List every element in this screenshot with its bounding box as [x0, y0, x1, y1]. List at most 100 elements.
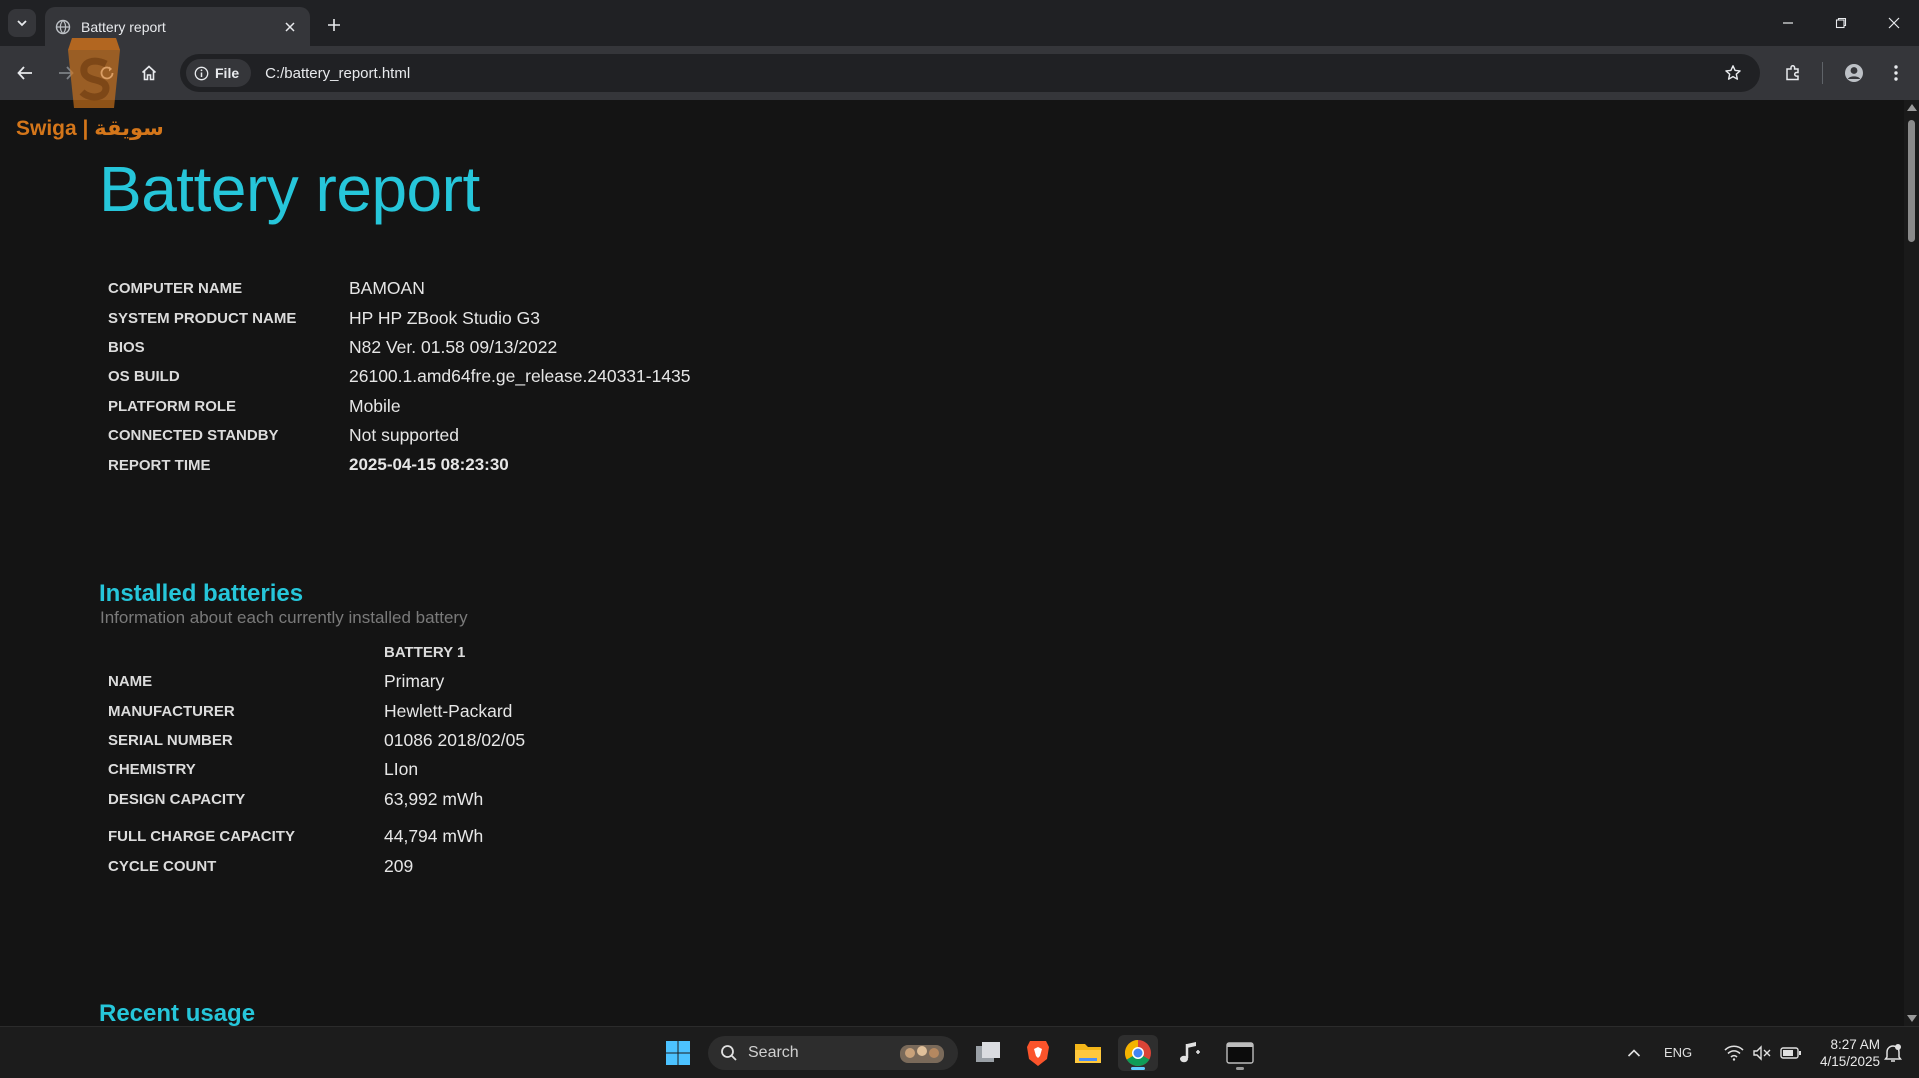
- battery-column-header: BATTERY 1: [384, 644, 466, 661]
- taskbar-clock[interactable]: 8:27 AM 4/15/2025: [1800, 1036, 1880, 1070]
- scroll-up-arrow[interactable]: [1907, 104, 1917, 111]
- task-view-button[interactable]: [968, 1035, 1008, 1071]
- taskbar-terminal[interactable]: [1220, 1035, 1260, 1071]
- installed-batteries-table: BATTERY 1 NAME Primary MANUFACTURER Hewl…: [108, 638, 525, 881]
- installed-batteries-heading: Installed batteries: [99, 580, 304, 607]
- restore-icon: [1835, 17, 1847, 29]
- active-app-indicator: [1131, 1067, 1145, 1070]
- row-value: 209: [384, 855, 414, 876]
- new-tab-button[interactable]: [320, 11, 348, 39]
- battery-icon: [1780, 1047, 1801, 1059]
- url-text[interactable]: C:/battery_report.html: [265, 65, 1718, 82]
- table-row: CONNECTED STANDBY Not supported: [108, 421, 691, 450]
- browser-toolbar: File C:/battery_report.html: [0, 46, 1919, 100]
- row-value: 26100.1.amd64fre.ge_release.240331-1435: [349, 366, 691, 387]
- brave-browser-icon: [1027, 1041, 1049, 1066]
- row-value: LIon: [384, 759, 419, 780]
- table-row: SERIAL NUMBER 01086 2018/02/05: [108, 726, 525, 755]
- star-icon: [1725, 65, 1741, 80]
- taskbar-brave-browser[interactable]: [1018, 1035, 1058, 1071]
- page-title: Battery report: [99, 153, 480, 225]
- kebab-menu-icon: [1894, 65, 1898, 81]
- row-value: BAMOAN: [349, 278, 425, 299]
- battery-report-page: Battery report COMPUTER NAME BAMOAN SYST…: [0, 100, 1904, 1026]
- row-value: Primary: [384, 671, 445, 692]
- show-hidden-icons-button[interactable]: [1614, 1035, 1654, 1071]
- open-app-indicator: [1236, 1067, 1244, 1070]
- start-button[interactable]: [658, 1035, 698, 1071]
- site-info-chip[interactable]: File: [186, 59, 252, 87]
- notification-bell-icon: [1884, 1044, 1902, 1062]
- table-row: REPORT TIME 2025-04-15 08:23:30: [108, 450, 691, 479]
- watermark-logo: Swiga | سويقة: [14, 28, 174, 144]
- row-value: Not supported: [349, 425, 459, 446]
- row-value: HP HP ZBook Studio G3: [349, 307, 540, 328]
- close-window-button[interactable]: [1871, 8, 1917, 38]
- profile-icon: [1845, 64, 1863, 82]
- row-value: 44,794 mWh: [384, 826, 484, 847]
- system-info-table: COMPUTER NAME BAMOAN SYSTEM PRODUCT NAME…: [108, 274, 691, 480]
- row-value: Hewlett-Packard: [384, 700, 513, 721]
- search-icon: [721, 1045, 737, 1061]
- folder-icon: [1075, 1044, 1101, 1063]
- row-label: PLATFORM ROLE: [108, 397, 237, 415]
- terminal-icon: [1226, 1042, 1254, 1064]
- clock-date: 4/15/2025: [1819, 1054, 1880, 1069]
- site-info-label: File: [215, 65, 240, 81]
- minimize-button[interactable]: [1765, 8, 1811, 38]
- table-row: MANUFACTURER Hewlett-Packard: [108, 696, 525, 725]
- wifi-icon: [1724, 1045, 1744, 1061]
- close-icon: [1888, 17, 1900, 29]
- page-scrollbar[interactable]: [1904, 100, 1919, 1026]
- music-note-icon: [1180, 1042, 1200, 1063]
- row-label: MANUFACTURER: [108, 702, 235, 720]
- scroll-down-arrow[interactable]: [1907, 1015, 1917, 1022]
- watermark-icon: [68, 38, 120, 108]
- taskbar-music-app[interactable]: [1170, 1035, 1210, 1071]
- notifications-button[interactable]: [1876, 1035, 1910, 1071]
- table-row: CHEMISTRY LIon: [108, 755, 525, 784]
- task-view-icon: [976, 1042, 1000, 1062]
- chrome-icon: [1124, 1039, 1151, 1067]
- row-label: SYSTEM PRODUCT NAME: [108, 309, 297, 327]
- browser-menu-button[interactable]: [1881, 58, 1911, 88]
- row-value: 2025-04-15 08:23:30: [349, 455, 509, 475]
- input-language-indicator[interactable]: ENG: [1664, 1045, 1692, 1060]
- windows-logo-icon: [666, 1041, 690, 1065]
- installed-batteries-subheading: Information about each currently install…: [100, 608, 468, 627]
- table-row: COMPUTER NAME BAMOAN: [108, 274, 691, 303]
- row-label: DESIGN CAPACITY: [108, 790, 246, 808]
- row-label: REPORT TIME: [108, 456, 211, 474]
- row-label: SERIAL NUMBER: [108, 731, 233, 749]
- taskbar-file-explorer[interactable]: [1068, 1035, 1108, 1071]
- plus-icon: [328, 19, 340, 31]
- row-label: COMPUTER NAME: [108, 280, 243, 298]
- table-row: CYCLE COUNT 209: [108, 851, 525, 880]
- scroll-thumb[interactable]: [1908, 120, 1915, 242]
- extensions-button[interactable]: [1778, 58, 1808, 88]
- taskbar-search-box[interactable]: Search: [708, 1036, 958, 1070]
- table-row: BIOS N82 Ver. 01.58 09/13/2022: [108, 333, 691, 362]
- info-icon: [194, 66, 209, 80]
- restore-button[interactable]: [1818, 8, 1864, 38]
- table-row: FULL CHARGE CAPACITY 44,794 mWh: [108, 822, 525, 851]
- browser-tab-strip: Battery report: [0, 0, 1919, 46]
- table-row: NAME Primary: [108, 667, 525, 696]
- volume-muted-icon: [1753, 1045, 1771, 1061]
- search-highlight-icon: [900, 1045, 944, 1063]
- chevron-up-icon: [1627, 1049, 1641, 1057]
- taskbar-chrome-browser[interactable]: [1118, 1035, 1158, 1071]
- close-icon: [285, 21, 295, 32]
- table-row: OS BUILD 26100.1.amd64fre.ge_release.240…: [108, 362, 691, 391]
- minimize-icon: [1783, 22, 1793, 24]
- row-label: CYCLE COUNT: [108, 857, 217, 875]
- profile-button[interactable]: [1839, 58, 1869, 88]
- toolbar-separator: [1822, 62, 1823, 84]
- row-label: CONNECTED STANDBY: [108, 427, 279, 445]
- tab-close-button[interactable]: [280, 17, 300, 37]
- watermark-text: Swiga | سويقة: [16, 117, 164, 140]
- row-value: N82 Ver. 01.58 09/13/2022: [349, 336, 558, 357]
- bookmark-button[interactable]: [1718, 58, 1748, 88]
- address-bar[interactable]: File C:/battery_report.html: [180, 54, 1760, 92]
- row-value: 01086 2018/02/05: [384, 729, 526, 750]
